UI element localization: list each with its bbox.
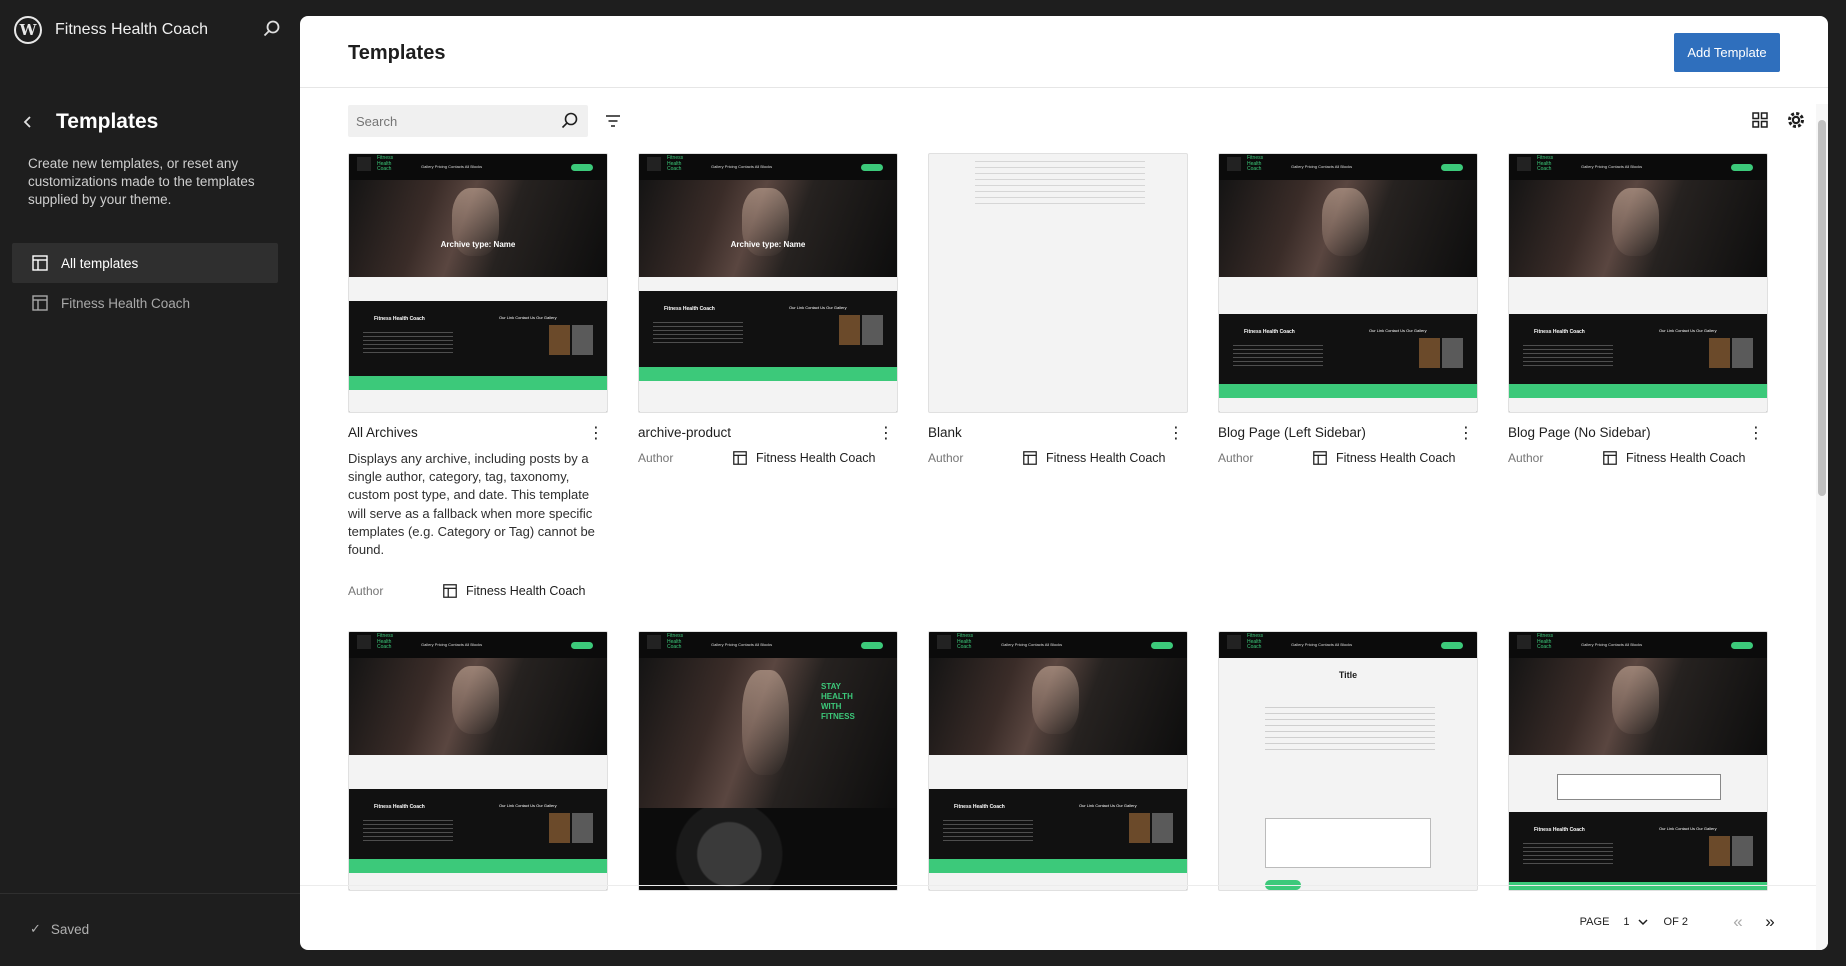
author-label: Author bbox=[348, 584, 384, 598]
page-title: Templates bbox=[348, 42, 446, 64]
main-panel: Templates Add Template Fitness Health Co… bbox=[300, 16, 1828, 950]
page-select[interactable]: 1 bbox=[1623, 915, 1649, 929]
chevron-down-icon bbox=[1638, 919, 1648, 926]
template-title[interactable]: Blog Page (No Sidebar) bbox=[1508, 425, 1651, 440]
sidebar-header: Templates bbox=[20, 110, 158, 134]
more-vertical-icon[interactable]: ⋮ bbox=[1168, 423, 1184, 443]
template-description: Displays any archive, including posts by… bbox=[348, 451, 595, 558]
more-vertical-icon[interactable]: ⋮ bbox=[588, 423, 604, 443]
template-title[interactable]: All Archives bbox=[348, 425, 418, 440]
author-theme-name: Fitness Health Coach bbox=[756, 451, 876, 465]
layout-icon bbox=[1313, 451, 1327, 465]
preview-hero: Archive type: Name bbox=[349, 180, 607, 277]
next-page-button[interactable]: » bbox=[1760, 912, 1780, 932]
scrollbar-thumb[interactable] bbox=[1818, 120, 1826, 496]
page-total: OF 2 bbox=[1663, 916, 1688, 928]
preview-nav: Fitness Health Coach Gallery Pricing Cont… bbox=[349, 154, 607, 180]
layout-icon bbox=[32, 255, 48, 271]
preview-hero-text: STAY HEALTH WITH FITNESS bbox=[821, 682, 855, 721]
template-preview[interactable] bbox=[928, 153, 1188, 413]
pagination: PAGE 1 OF 2 « » bbox=[1580, 912, 1780, 932]
template-preview[interactable]: Fitness Health Coach Gallery Pricing Cont… bbox=[1218, 631, 1478, 891]
site-name[interactable]: Fitness Health Coach bbox=[55, 21, 208, 39]
main-header: Templates Add Template bbox=[300, 16, 1828, 88]
author-label: Author bbox=[1508, 451, 1544, 465]
author-theme-name: Fitness Health Coach bbox=[1046, 451, 1166, 465]
layout-icon bbox=[1023, 451, 1037, 465]
page-label: PAGE bbox=[1579, 916, 1610, 928]
author-theme: Fitness Health Coach bbox=[1602, 450, 1746, 466]
template-title[interactable]: Blog Page (Left Sidebar) bbox=[1218, 425, 1366, 440]
previous-page-button[interactable]: « bbox=[1728, 912, 1748, 932]
template-title[interactable]: Blank bbox=[928, 425, 962, 440]
author-theme-name: Fitness Health Coach bbox=[1336, 451, 1456, 465]
sidebar: W Fitness Health Coach Templates Create … bbox=[0, 0, 300, 966]
sidebar-title: Templates bbox=[56, 110, 159, 133]
template-preview[interactable]: Fitness Health Coach Gallery Pricing Cont… bbox=[638, 153, 898, 413]
footer-divider bbox=[300, 885, 1828, 886]
sidebar-item-all-templates[interactable]: All templates bbox=[12, 243, 278, 283]
gear-icon[interactable] bbox=[1786, 110, 1806, 130]
sidebar-description: Create new templates, or reset any custo… bbox=[28, 156, 255, 207]
more-vertical-icon[interactable]: ⋮ bbox=[878, 423, 894, 443]
author-label: Author bbox=[1218, 451, 1254, 465]
scrollbar[interactable] bbox=[1816, 104, 1828, 950]
author-theme-name: Fitness Health Coach bbox=[466, 584, 586, 598]
author-theme: Fitness Health Coach bbox=[1312, 450, 1456, 466]
sidebar-item-fitness-health-coach[interactable]: Fitness Health Coach bbox=[12, 283, 278, 323]
grid-view-icon[interactable] bbox=[1750, 110, 1770, 130]
author-theme: Fitness Health Coach bbox=[1022, 450, 1166, 466]
layout-icon bbox=[733, 451, 747, 465]
wordpress-icon[interactable]: W bbox=[14, 16, 42, 44]
layout-icon bbox=[1603, 451, 1617, 465]
save-status: ✓ Saved bbox=[30, 921, 89, 937]
layout-icon bbox=[443, 584, 457, 598]
template-preview[interactable]: Fitness Health Coach Gallery Pricing Cont… bbox=[928, 631, 1188, 891]
sidebar-item-label: Fitness Health Coach bbox=[61, 295, 191, 311]
back-button[interactable] bbox=[20, 112, 36, 132]
template-preview[interactable]: Fitness Health Coach Gallery Pricing Cont… bbox=[638, 631, 898, 891]
search-icon bbox=[561, 112, 578, 129]
check-icon: ✓ bbox=[30, 921, 41, 936]
site-brand[interactable]: W Fitness Health Coach bbox=[14, 16, 208, 44]
chevron-left-icon bbox=[23, 116, 31, 128]
author-label: Author bbox=[638, 451, 674, 465]
more-vertical-icon[interactable]: ⋮ bbox=[1748, 423, 1764, 443]
save-status-label: Saved bbox=[50, 921, 90, 937]
page-current: 1 bbox=[1623, 916, 1630, 928]
more-vertical-icon[interactable]: ⋮ bbox=[1458, 423, 1474, 443]
template-preview[interactable]: Fitness Health Coach Gallery Pricing Cont… bbox=[1508, 631, 1768, 891]
layout-icon bbox=[32, 295, 48, 311]
filter-icon[interactable] bbox=[603, 111, 623, 131]
author-theme: Fitness Health Coach bbox=[732, 450, 876, 466]
search-input[interactable] bbox=[348, 105, 588, 137]
author-theme: Fitness Health Coach bbox=[442, 583, 586, 599]
add-template-button[interactable]: Add Template bbox=[1674, 33, 1780, 72]
sidebar-divider bbox=[0, 893, 300, 894]
template-title[interactable]: archive-product bbox=[638, 425, 731, 440]
sidebar-item-label: All templates bbox=[61, 255, 139, 271]
template-preview[interactable]: Fitness Health Coach Gallery Pricing Cont… bbox=[348, 631, 608, 891]
template-preview[interactable]: Fitness Health Coach Gallery Pricing Cont… bbox=[348, 153, 608, 413]
template-preview[interactable]: Fitness Health Coach Gallery Pricing Cont… bbox=[1218, 153, 1478, 413]
author-theme-name: Fitness Health Coach bbox=[1626, 451, 1746, 465]
preview-title: Title bbox=[1338, 670, 1358, 680]
author-label: Author bbox=[928, 451, 964, 465]
search-icon[interactable] bbox=[262, 19, 282, 39]
template-preview[interactable]: Fitness Health Coach Gallery Pricing Cont… bbox=[1508, 153, 1768, 413]
